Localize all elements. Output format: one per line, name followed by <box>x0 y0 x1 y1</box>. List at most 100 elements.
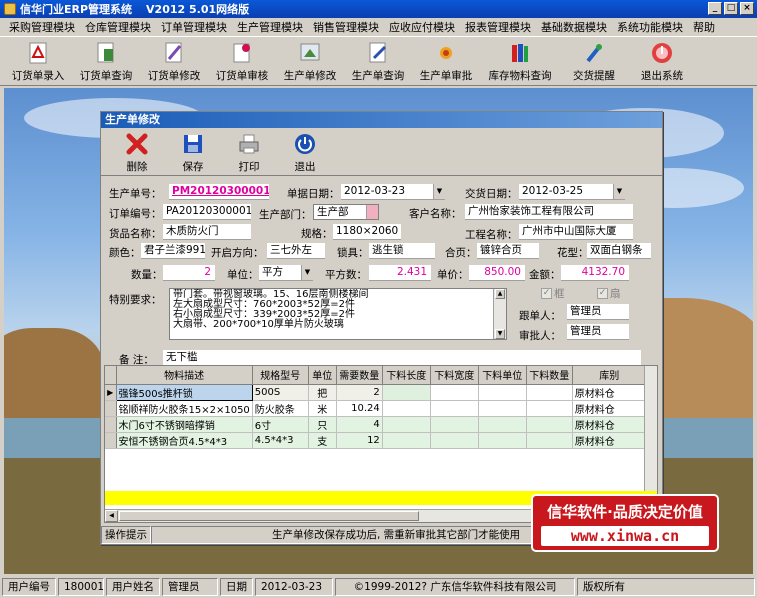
col-header-cut-qty[interactable]: 下料数量 <box>526 366 573 385</box>
chevron-down-icon[interactable]: ▼ <box>433 184 445 199</box>
table-cell[interactable] <box>430 384 479 401</box>
maximize-button[interactable]: □ <box>724 2 738 15</box>
table-row[interactable]: 安恒不锈钢合页4.5*4*3 4.5*4*3 支 12 原材料仓 <box>105 432 647 449</box>
table-cell[interactable]: 安恒不锈钢合页4.5*4*3 <box>116 432 253 449</box>
menu-receivable[interactable]: 应收应付模块 <box>384 19 460 35</box>
col-header-cut-length[interactable]: 下料长度 <box>382 366 431 385</box>
remark-field[interactable]: 无下槛 <box>163 350 641 366</box>
scroll-thumb[interactable] <box>119 511 419 521</box>
bill-date-field[interactable]: 2012-03-23 ▼ <box>341 184 445 200</box>
area-field[interactable]: 2.431 <box>369 265 431 281</box>
table-cell[interactable]: 强锋500s推杆锁 <box>115 383 253 401</box>
dept-field[interactable]: 生产部 <box>313 204 379 220</box>
col-header-warehouse[interactable]: 库别 <box>572 366 647 385</box>
minimize-button[interactable]: _ <box>708 2 722 15</box>
table-cell[interactable]: 4.5*4*3 <box>252 432 309 449</box>
menu-basedata[interactable]: 基础数据模块 <box>536 19 612 35</box>
order-audit-button[interactable]: 订货单审核 <box>208 37 276 85</box>
table-cell[interactable]: 防火胶条 <box>252 400 309 417</box>
menu-production[interactable]: 生产管理模块 <box>232 19 308 35</box>
table-cell[interactable]: 把 <box>308 384 337 401</box>
order-no-field[interactable]: PA20120300001 <box>163 204 251 220</box>
menu-report[interactable]: 报表管理模块 <box>460 19 536 35</box>
table-cell[interactable] <box>382 432 431 449</box>
project-field[interactable]: 广州市中山国际大厦 <box>519 224 633 240</box>
table-cell[interactable] <box>526 400 573 417</box>
table-cell[interactable]: 原材料仓 <box>572 384 647 401</box>
frame-checkbox[interactable]: ✓ 框 <box>541 286 565 301</box>
table-cell[interactable] <box>430 432 479 449</box>
table-cell[interactable]: 原材料仓 <box>572 416 647 433</box>
table-cell[interactable] <box>526 416 573 433</box>
table-cell[interactable]: 4 <box>336 416 383 433</box>
table-cell[interactable] <box>430 400 479 417</box>
hinge-field[interactable]: 镀锌合页 <box>477 243 539 259</box>
menu-system[interactable]: 系统功能模块 <box>612 19 688 35</box>
table-cell[interactable]: 原材料仓 <box>572 400 647 417</box>
table-cell[interactable] <box>382 384 431 401</box>
close-button[interactable]: × <box>740 2 754 15</box>
chevron-down-icon[interactable]: ▼ <box>613 184 625 199</box>
table-cell[interactable] <box>478 400 527 417</box>
table-cell[interactable]: 铭顺祥防火胶条15×2×1050 <box>116 400 253 417</box>
goods-field[interactable]: 木质防火门 <box>163 224 251 240</box>
customer-field[interactable]: 广州怡家装饰工程有限公司 <box>465 204 633 220</box>
table-cell[interactable]: 木门6寸不锈钢暗撑销 <box>116 416 253 433</box>
table-cell[interactable] <box>430 416 479 433</box>
price-field[interactable]: 850.00 <box>469 265 525 281</box>
col-header-spec[interactable]: 规格型号 <box>252 366 309 385</box>
special-requirements-memo[interactable]: 带门套。带视窗玻璃。15、16层南侧楼梯间 左大扇成型尺寸：760*2003*5… <box>169 288 507 340</box>
delivery-reminder-button[interactable]: 交货提醒 <box>560 37 628 85</box>
table-row[interactable]: 木门6寸不锈钢暗撑销 6寸 只 4 原材料仓 <box>105 416 647 433</box>
order-query-button[interactable]: 订货单查询 <box>72 37 140 85</box>
prod-approve-button[interactable]: 生产单审批 <box>412 37 480 85</box>
amount-field[interactable]: 4132.70 <box>561 265 629 281</box>
chevron-down-icon[interactable] <box>366 205 378 219</box>
col-header-need-qty[interactable]: 需要数量 <box>336 366 383 385</box>
table-cell[interactable] <box>382 416 431 433</box>
menu-sales[interactable]: 销售管理模块 <box>308 19 384 35</box>
menu-order[interactable]: 订单管理模块 <box>156 19 232 35</box>
table-cell[interactable]: 米 <box>308 400 337 417</box>
scroll-up-icon[interactable]: ▲ <box>495 289 505 299</box>
table-row[interactable]: ▶ 强锋500s推杆锁 500S 把 2 原材料仓 <box>105 383 647 401</box>
table-cell[interactable]: 6寸 <box>252 416 309 433</box>
table-cell[interactable]: 2 <box>336 384 383 401</box>
chevron-down-icon[interactable]: ▼ <box>301 265 313 280</box>
order-edit-button[interactable]: 订货单修改 <box>140 37 208 85</box>
col-header-unit[interactable]: 单位 <box>308 366 337 385</box>
table-cell[interactable]: 10.24 <box>336 400 383 417</box>
table-cell[interactable] <box>382 400 431 417</box>
menu-help[interactable]: 帮助 <box>688 19 720 35</box>
approver-field[interactable]: 管理员 <box>567 324 629 340</box>
memo-scrollbar[interactable]: ▲ ▼ <box>493 289 506 339</box>
table-cell[interactable] <box>478 432 527 449</box>
table-cell[interactable] <box>526 432 573 449</box>
qty-field[interactable]: 2 <box>163 265 215 281</box>
open-dir-field[interactable]: 三七外左 <box>267 243 325 259</box>
table-cell[interactable]: 支 <box>308 432 337 449</box>
table-cell[interactable] <box>478 416 527 433</box>
col-header-cut-unit[interactable]: 下料单位 <box>478 366 527 385</box>
scroll-left-icon[interactable]: ◀ <box>105 510 118 522</box>
stock-query-button[interactable]: 库存物料查询 <box>480 37 560 85</box>
save-button[interactable]: 保存 <box>165 128 221 175</box>
unit-field[interactable]: 平方 ▼ <box>259 265 313 281</box>
exit-button[interactable]: 退出 <box>277 128 333 175</box>
pattern-field[interactable]: 双面白钢条 <box>587 243 651 259</box>
print-button[interactable]: 打印 <box>221 128 277 175</box>
exit-system-button[interactable]: 退出系统 <box>628 37 696 85</box>
color-field[interactable]: 君子兰漆9913 <box>141 243 205 259</box>
order-entry-button[interactable]: 订货单录入 <box>4 37 72 85</box>
spec-field[interactable]: 1180×2060 <box>333 224 401 240</box>
scroll-down-icon[interactable]: ▼ <box>495 329 505 339</box>
table-cell[interactable]: 原材料仓 <box>572 432 647 449</box>
lock-field[interactable]: 逃生锁 <box>369 243 435 259</box>
prod-query-button[interactable]: 生产单查询 <box>344 37 412 85</box>
prod-no-value[interactable]: PM20120300001 <box>169 184 269 200</box>
leaf-checkbox[interactable]: ✓ 扇 <box>597 286 621 301</box>
menu-purchase[interactable]: 采购管理模块 <box>4 19 80 35</box>
table-cell[interactable]: 12 <box>336 432 383 449</box>
menu-warehouse[interactable]: 仓库管理模块 <box>80 19 156 35</box>
table-cell[interactable]: 500S <box>252 384 309 401</box>
